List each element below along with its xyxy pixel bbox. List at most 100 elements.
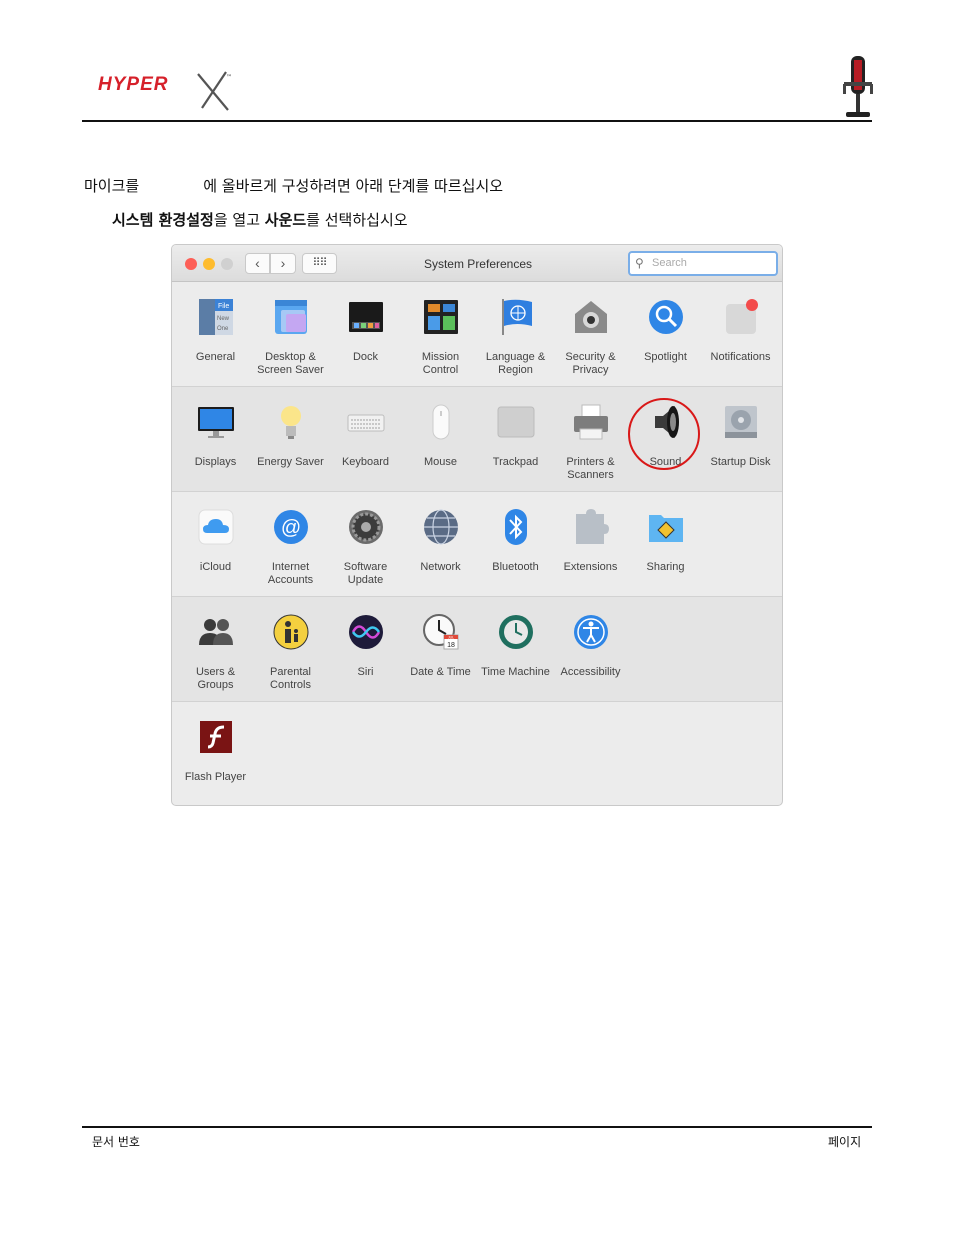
flag-globe-icon: [501, 299, 532, 335]
search-field[interactable]: ⚲ Search: [628, 251, 778, 276]
pref-label: Software Update: [343, 561, 388, 586]
window-title: System Preferences: [423, 257, 533, 271]
pref-software-update[interactable]: Software Update: [328, 508, 403, 587]
back-button[interactable]: ‹: [245, 253, 270, 274]
trackpad-icon: [497, 406, 534, 438]
search-placeholder: Search: [652, 257, 687, 269]
pref-dock[interactable]: Dock: [328, 298, 403, 364]
pref-general[interactable]: File New One General: [178, 298, 253, 364]
at-sign-icon: @: [273, 510, 308, 544]
pref-label: Spotlight: [644, 351, 687, 363]
step-bold-sound: 사운드: [264, 211, 307, 229]
accessibility-icon: [573, 615, 608, 649]
pref-siri[interactable]: Siri: [328, 613, 403, 679]
pref-label: Sharing: [646, 561, 685, 573]
pref-bluetooth[interactable]: Bluetooth: [478, 508, 553, 574]
pref-label: Parental Controls: [270, 666, 311, 691]
prefs-row-2: Displays Energy Saver Keyboard Mouse Tra…: [172, 387, 782, 492]
pref-label: Time Machine: [481, 666, 550, 678]
house-lock-icon: [574, 301, 607, 333]
mouse-icon: [432, 404, 449, 440]
svg-text:File: File: [218, 303, 229, 310]
general-icon: File New One: [198, 299, 233, 335]
pref-date-time[interactable]: JUL 18 Date & Time: [403, 613, 478, 679]
pref-label: Printers & Scanners: [566, 456, 615, 481]
display-icon: [197, 407, 234, 438]
prefs-row-1: File New One General Desktop & Screen Sa…: [172, 282, 782, 387]
step-bold-system-prefs: 시스템 환경설정: [112, 211, 214, 229]
close-button[interactable]: [185, 258, 197, 270]
pref-network[interactable]: Network: [403, 508, 478, 574]
time-machine-icon: [498, 615, 533, 649]
spotlight-icon: [648, 300, 683, 334]
pref-time-machine[interactable]: Time Machine: [478, 613, 553, 679]
pref-mission-control[interactable]: Mission Control: [403, 298, 478, 377]
pref-flash-player[interactable]: Flash Player: [178, 718, 253, 784]
pref-displays[interactable]: Displays: [178, 403, 253, 469]
lightbulb-icon: [280, 406, 301, 439]
microphone-icon: [843, 56, 873, 117]
svg-text:™: ™: [226, 74, 232, 81]
pref-label: Keyboard: [341, 456, 390, 468]
printer-icon: [573, 404, 608, 440]
prefs-row-5: Flash Player: [172, 702, 782, 805]
pref-language-region[interactable]: Language & Region: [478, 298, 553, 377]
pref-icloud[interactable]: iCloud: [178, 508, 253, 574]
pref-extensions[interactable]: Extensions: [553, 508, 628, 574]
pref-energy-saver[interactable]: Energy Saver: [253, 403, 328, 469]
svg-text:One: One: [217, 326, 229, 332]
step-text1: 을 열고: [213, 211, 265, 229]
pref-trackpad[interactable]: Trackpad: [478, 403, 553, 469]
intro-part1: 마이크를: [84, 177, 140, 195]
pref-label: Internet Accounts: [267, 561, 314, 586]
forward-button[interactable]: ›: [270, 253, 296, 274]
pref-label: Siri: [357, 666, 374, 678]
prefs-row-4: Users & Groups Parental Controls Siri JU…: [172, 597, 782, 702]
hard-disk-icon: [724, 406, 757, 438]
pref-label: Flash Player: [184, 771, 247, 783]
intro-text: 마이크를 에 올바르게 구성하려면 아래 단계를 따르십시오: [84, 175, 503, 196]
minimize-button[interactable]: [203, 258, 215, 270]
pref-label: Dock: [352, 351, 379, 363]
zoom-button[interactable]: [221, 258, 233, 270]
desktop-screen-saver-icon: [274, 300, 307, 334]
sound-highlight-circle: [628, 398, 700, 470]
svg-text:JUL: JUL: [447, 636, 453, 640]
intro-part2: 에 올바르게 구성하려면 아래 단계를 따르십시오: [203, 177, 504, 195]
pref-label: Date & Time: [410, 666, 471, 678]
icloud-icon: [198, 509, 233, 545]
footer-rule: [82, 1126, 872, 1128]
header-rule: [82, 120, 872, 122]
pref-label: General: [195, 351, 236, 363]
svg-text:18: 18: [447, 642, 455, 649]
pref-sharing[interactable]: Sharing: [628, 508, 703, 574]
puzzle-piece-icon: [575, 509, 609, 544]
footer-document-number: 문서 번호: [92, 1135, 140, 1149]
keyboard-icon: [347, 414, 384, 432]
svg-text:New: New: [217, 316, 230, 322]
pref-label: Desktop & Screen Saver: [257, 351, 324, 376]
pref-startup-disk[interactable]: Startup Disk: [703, 403, 778, 469]
pref-label: Mouse: [423, 456, 458, 468]
pref-spotlight[interactable]: Spotlight: [628, 298, 703, 364]
mission-control-icon: [423, 300, 458, 334]
pref-label: Displays: [194, 456, 237, 468]
pref-desktop-screen-saver[interactable]: Desktop & Screen Saver: [253, 298, 328, 377]
show-all-grid-button[interactable]: ⠿⠿: [302, 253, 337, 274]
pref-label: Bluetooth: [492, 561, 539, 573]
dock-icon: [348, 302, 383, 332]
pref-keyboard[interactable]: Keyboard: [328, 403, 403, 469]
search-icon: ⚲: [635, 256, 644, 270]
pref-users-groups[interactable]: Users & Groups: [178, 613, 253, 692]
pref-label: Users & Groups: [195, 666, 236, 691]
pref-internet-accounts[interactable]: @ Internet Accounts: [253, 508, 328, 587]
pref-accessibility[interactable]: Accessibility: [553, 613, 628, 679]
notifications-icon: [725, 299, 758, 334]
siri-icon: [348, 615, 383, 649]
pref-parental-controls[interactable]: Parental Controls: [253, 613, 328, 692]
pref-notifications[interactable]: Notifications: [703, 298, 778, 364]
pref-security-privacy[interactable]: Security & Privacy: [553, 298, 628, 377]
pref-mouse[interactable]: Mouse: [403, 403, 478, 469]
pref-label: Security & Privacy: [565, 351, 616, 376]
pref-printers-scanners[interactable]: Printers & Scanners: [553, 403, 628, 482]
